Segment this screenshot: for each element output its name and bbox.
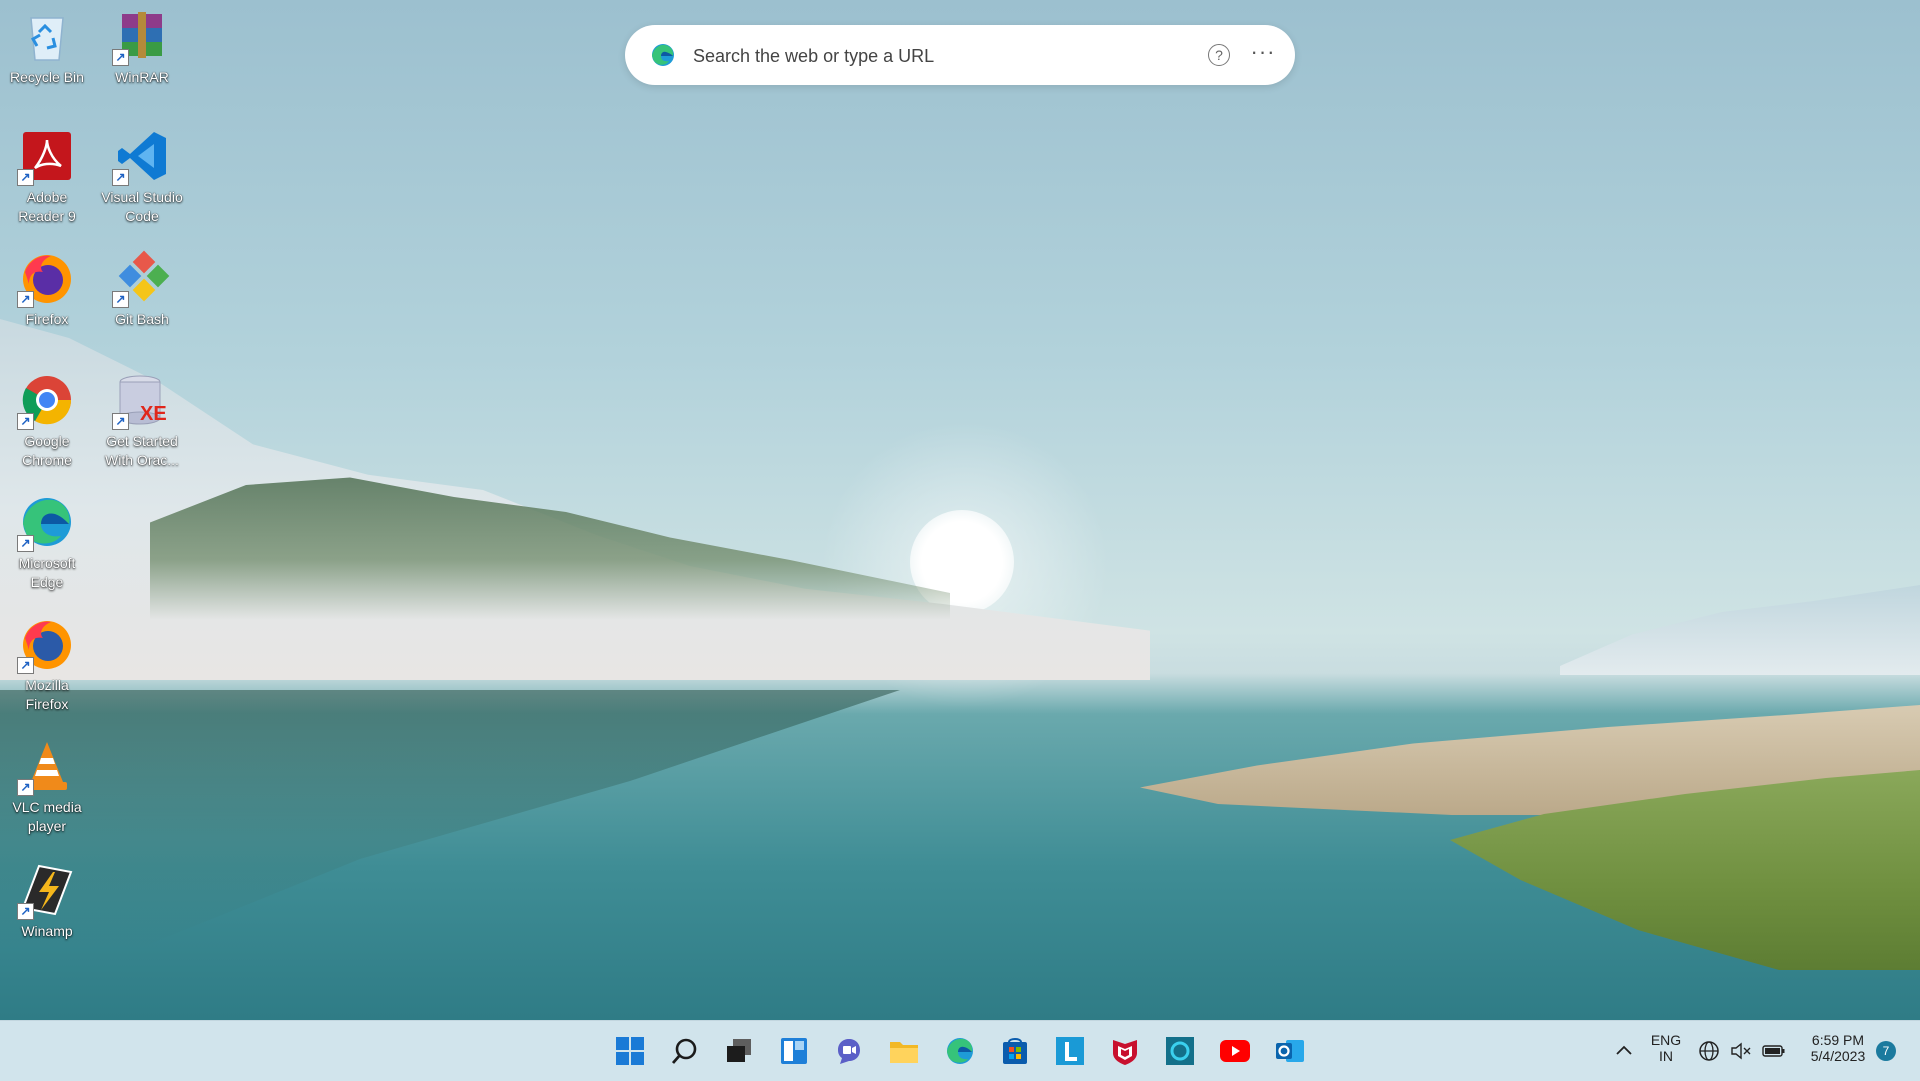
- desktop-icon-winrar[interactable]: ↗ WinRAR: [97, 8, 187, 87]
- desktop-icon-firefox[interactable]: ↗ Firefox: [2, 250, 92, 329]
- language-region: IN: [1659, 1048, 1673, 1064]
- shortcut-arrow-icon: ↗: [112, 413, 129, 430]
- firefox-icon: ↗: [17, 250, 75, 308]
- desktop-icon-label: Get Started With Orac...: [105, 433, 179, 468]
- edge-icon[interactable]: [943, 1034, 977, 1068]
- desktop-icon-label: Visual Studio Code: [101, 189, 183, 224]
- winrar-icon: ↗: [112, 8, 170, 66]
- desktop-icon-recycle-bin[interactable]: Recycle Bin: [2, 8, 92, 87]
- desktop-icon-vscode[interactable]: ↗ Visual Studio Code: [97, 128, 187, 226]
- language-code: ENG: [1650, 1032, 1682, 1048]
- desktop-icon-label: Firefox: [25, 311, 69, 327]
- oracle-xe-icon: XE ↗: [112, 372, 170, 430]
- shortcut-arrow-icon: ↗: [112, 291, 129, 308]
- desktop-icon-label: WinRAR: [115, 69, 169, 85]
- network-globe-icon[interactable]: [1697, 1034, 1721, 1068]
- desktop-wallpaper: [0, 0, 1920, 1020]
- recycle-bin-icon: [19, 8, 75, 64]
- desktop-icon-edge[interactable]: ↗ Microsoft Edge: [2, 494, 92, 592]
- help-icon[interactable]: ?: [1208, 44, 1230, 66]
- widgets-icon[interactable]: [777, 1034, 811, 1068]
- search-input[interactable]: [691, 42, 1175, 70]
- chevron-up-icon[interactable]: [1607, 1034, 1641, 1068]
- more-options-icon[interactable]: ···: [1248, 41, 1278, 66]
- desktop-icon-label: Git Bash: [115, 311, 169, 327]
- lake-reflection: [0, 690, 900, 950]
- mcafee-icon[interactable]: [1108, 1034, 1142, 1068]
- vlc-icon: ↗: [17, 738, 75, 796]
- teams-chat-icon[interactable]: [832, 1034, 866, 1068]
- language-indicator[interactable]: ENG IN: [1648, 1032, 1684, 1064]
- task-view-icon[interactable]: [722, 1034, 756, 1068]
- git-bash-icon: ↗: [112, 250, 170, 308]
- microsoft-store-icon[interactable]: [998, 1034, 1032, 1068]
- search-icon[interactable]: [668, 1034, 702, 1068]
- shortcut-arrow-icon: ↗: [112, 169, 129, 186]
- desktop-icon-label: Microsoft Edge: [18, 555, 76, 590]
- speaker-muted-icon[interactable]: [1729, 1034, 1753, 1068]
- desktop-icon-git-bash[interactable]: ↗ Git Bash: [97, 250, 187, 329]
- winamp-icon: ↗: [17, 862, 75, 920]
- desktop-icon-adobe-reader[interactable]: ↗ Adobe Reader 9: [2, 128, 92, 226]
- l-app-icon[interactable]: [1053, 1034, 1087, 1068]
- shortcut-arrow-icon: ↗: [17, 169, 34, 186]
- right-mountain: [1560, 585, 1920, 675]
- desktop-icon-winamp[interactable]: ↗ Winamp: [2, 862, 92, 941]
- desktop-icon-chrome[interactable]: ↗ Google Chrome: [2, 372, 92, 470]
- clock-time: 6:59 PM: [1811, 1032, 1865, 1048]
- desktop-icon-mozilla-firefox[interactable]: ↗ Mozilla Firefox: [2, 616, 92, 714]
- outlook-icon[interactable]: [1273, 1034, 1307, 1068]
- youtube-icon[interactable]: [1218, 1034, 1252, 1068]
- windows-start-icon[interactable]: [613, 1034, 647, 1068]
- taskbar: ENG IN 6:59 PM 5/4/2023 7: [0, 1020, 1920, 1081]
- shortcut-arrow-icon: ↗: [17, 903, 34, 920]
- shortcut-arrow-icon: ↗: [17, 413, 34, 430]
- desktop-icon-label: Recycle Bin: [10, 69, 84, 85]
- desktop-icon-label: VLC media player: [12, 799, 82, 834]
- adobe-reader-icon: ↗: [17, 128, 75, 186]
- desktop-icon-label: Mozilla Firefox: [25, 677, 69, 712]
- shortcut-arrow-icon: ↗: [112, 49, 129, 66]
- edge-icon: [651, 43, 675, 67]
- battery-icon[interactable]: [1761, 1034, 1787, 1068]
- clock-date: 5/4/2023: [1810, 1048, 1866, 1064]
- desktop-icon-oracle[interactable]: XE ↗ Get Started With Orac...: [97, 372, 187, 470]
- file-explorer-icon[interactable]: [887, 1034, 921, 1068]
- shortcut-arrow-icon: ↗: [17, 291, 34, 308]
- desktop-icon-label: Adobe Reader 9: [18, 189, 76, 224]
- web-search-bar[interactable]: ? ···: [625, 25, 1295, 85]
- mozilla-firefox-icon: ↗: [17, 616, 75, 674]
- shortcut-arrow-icon: ↗: [17, 657, 34, 674]
- notification-badge[interactable]: 7: [1876, 1041, 1896, 1061]
- alexa-icon[interactable]: [1163, 1034, 1197, 1068]
- shortcut-arrow-icon: ↗: [17, 779, 34, 796]
- desktop-icon-vlc[interactable]: ↗ VLC media player: [2, 738, 92, 836]
- vscode-icon: ↗: [112, 128, 170, 186]
- desktop-icon-label: Winamp: [21, 923, 73, 939]
- svg-text:XE: XE: [140, 403, 167, 425]
- desktop-icon-label: Google Chrome: [22, 433, 72, 468]
- edge-icon: ↗: [17, 494, 75, 552]
- clock[interactable]: 6:59 PM 5/4/2023: [1796, 1032, 1880, 1064]
- shortcut-arrow-icon: ↗: [17, 535, 34, 552]
- chrome-icon: ↗: [17, 372, 75, 430]
